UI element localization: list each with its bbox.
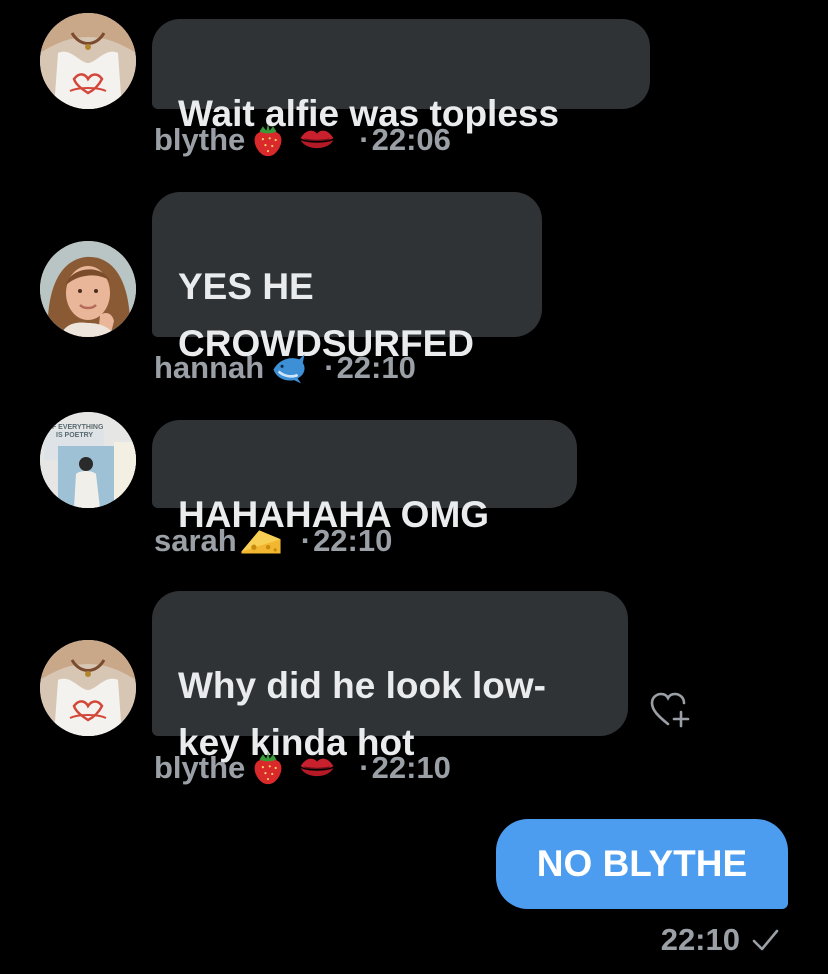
add-reaction-icon[interactable] [648, 690, 692, 730]
strawberry-icon [251, 749, 285, 787]
separator-dot: · [359, 750, 370, 785]
timestamp: 22:10 [371, 750, 451, 785]
sender-name: blythe [154, 750, 246, 785]
timestamp: 22:10 [336, 350, 416, 385]
message-meta: sarah · 22:10 [154, 521, 392, 561]
avatar-image [40, 640, 136, 736]
strawberry-icon [251, 121, 285, 159]
message-bubble[interactable]: HAHAHAHA OMG [152, 420, 577, 535]
checkmark-icon [752, 929, 779, 951]
kiss-mark-icon [297, 751, 337, 785]
separator-dot: · [359, 122, 370, 157]
kiss-mark-icon [297, 123, 337, 157]
outgoing-message-meta: 22:10 [661, 920, 780, 960]
message-meta: blythe · 22:10 [154, 748, 451, 788]
timestamp: 22:10 [660, 922, 740, 957]
message-text: NO BLYTHE [536, 843, 748, 884]
message-bubble[interactable]: Wait alfie was topless [152, 19, 650, 134]
separator-dot: · [324, 350, 335, 385]
message-bubble[interactable]: YES HE CROWDSURFED [152, 192, 542, 364]
dolphin-icon [270, 350, 308, 386]
avatar-sarah[interactable]: IF EVERYTHING IS POETRY [40, 412, 136, 508]
separator-dot: · [300, 523, 312, 558]
timestamp: 22:10 [313, 523, 393, 558]
message-meta: hannah · 22:10 [154, 348, 416, 388]
avatar-badge-text: IF EVERYTHING IS POETRY [50, 424, 104, 439]
timestamp: 22:06 [371, 122, 451, 157]
message-meta: blythe · 22:06 [154, 120, 451, 160]
sender-name: hannah [154, 350, 265, 385]
avatar-blythe[interactable] [40, 13, 136, 109]
avatar-image [40, 13, 136, 109]
sender-name: blythe [154, 122, 246, 157]
message-bubble[interactable]: Why did he look low- key kinda hot [152, 591, 628, 763]
outgoing-message-bubble[interactable]: NO BLYTHE [496, 819, 788, 909]
avatar-blythe[interactable] [40, 640, 136, 736]
cheese-icon [239, 525, 283, 557]
avatar-hannah[interactable] [40, 241, 136, 337]
sender-name: sarah [154, 523, 237, 558]
avatar-image [40, 241, 136, 337]
